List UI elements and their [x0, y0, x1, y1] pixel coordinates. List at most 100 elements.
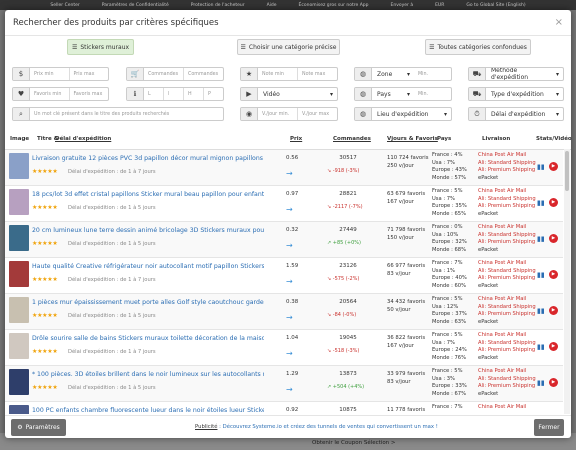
- ship-china-post: China Post Air Mail: [478, 332, 527, 338]
- zone-min-input[interactable]: Min.: [414, 68, 451, 80]
- country-france: France : 7%: [432, 260, 463, 266]
- video-play-icon[interactable]: ▶: [549, 270, 558, 279]
- favorites-count: 34 432 favoris: [387, 299, 426, 305]
- table-row[interactable]: * 100 pièces. 3D étoiles brillent dans l…: [5, 366, 563, 402]
- product-image[interactable]: [9, 405, 29, 414]
- favorites-min-input[interactable]: Favoris min: [30, 88, 70, 100]
- product-title-link[interactable]: 100 PC enfants chambre fluorescente lueu…: [32, 407, 264, 414]
- views-min-input[interactable]: V./jour min.: [258, 108, 298, 120]
- video-play-icon[interactable]: ▶: [549, 378, 558, 387]
- close-button[interactable]: Fermer: [534, 419, 564, 436]
- table-row[interactable]: Haute qualité Creative réfrigérateur noi…: [5, 258, 563, 294]
- topbar-help[interactable]: Aide: [267, 3, 277, 8]
- table-row[interactable]: Livraison gratuite 12 pièces PVC 3d papi…: [5, 150, 563, 186]
- video-play-icon[interactable]: ▶: [549, 342, 558, 351]
- video-play-icon[interactable]: ▶: [549, 306, 558, 315]
- topbar-app[interactable]: Économisez gros sur notre App: [299, 3, 369, 8]
- country-france: France : 5%: [432, 188, 463, 194]
- rating-min-input[interactable]: Note min: [258, 68, 298, 80]
- topbar-privacy[interactable]: Paramètres de Confidentialité: [102, 3, 169, 8]
- country-world: Monde : 60%: [432, 282, 466, 289]
- product-title-link[interactable]: 18 pcs/lot 3d effet cristal papillons St…: [32, 191, 264, 198]
- topbar-seller-center[interactable]: Seller Center: [50, 3, 79, 8]
- bar-chart-icon[interactable]: ▮▮: [537, 307, 545, 315]
- close-icon[interactable]: ×: [555, 17, 563, 28]
- shipping-type-select[interactable]: Type d'expédition ▾: [486, 88, 563, 100]
- order-count: 28821: [339, 191, 357, 197]
- header-views[interactable]: Vjours & Favoris: [387, 136, 438, 142]
- scrollbar[interactable]: [564, 149, 570, 414]
- orders-max-input[interactable]: Commandes: [184, 68, 223, 80]
- rating-max-input[interactable]: Note max: [298, 68, 337, 80]
- ship-premium: Ali: Premium Shipping: [478, 347, 536, 353]
- all-categories-button[interactable]: ☰ Toutes catégories confondues: [425, 39, 531, 55]
- product-image[interactable]: [9, 369, 29, 395]
- country-breakdown: France : 5% Usa : 7% Europe : 24% Monde : 7…: [432, 332, 467, 362]
- video-play-icon[interactable]: ▶: [549, 234, 558, 243]
- product-title-link[interactable]: 20 cm lumineux lune terre dessin animé b…: [32, 227, 264, 234]
- product-image[interactable]: [9, 261, 29, 287]
- favorites-max-input[interactable]: Favoris max: [70, 88, 109, 100]
- views-max-input[interactable]: V./jour max: [298, 108, 337, 120]
- bar-chart-icon[interactable]: ▮▮: [537, 379, 545, 387]
- product-image[interactable]: [9, 153, 29, 179]
- table-row[interactable]: 20 cm lumineux lune terre dessin animé b…: [5, 222, 563, 258]
- price-min-input[interactable]: Prix min: [30, 68, 70, 80]
- promo-coupon-link[interactable]: Obtenir le Coupon Sélection >: [312, 440, 576, 447]
- zone-select[interactable]: Zone ▾: [372, 68, 414, 80]
- product-image[interactable]: [9, 225, 29, 251]
- keyword-input[interactable]: Un mot clé présent dans le titre des pro…: [30, 108, 223, 120]
- video-play-icon[interactable]: ▶: [549, 162, 558, 171]
- product-title-link[interactable]: Livraison gratuite 12 pièces PVC 3d papi…: [32, 155, 264, 162]
- product-image[interactable]: [9, 297, 29, 323]
- scrollbar-thumb[interactable]: [565, 151, 569, 191]
- ship-from-select[interactable]: Lieu d'expédition ▾: [372, 108, 451, 120]
- table-row[interactable]: 100 PC enfants chambre fluorescente lueu…: [5, 402, 563, 414]
- product-title-link[interactable]: Haute qualité Creative réfrigérateur noi…: [32, 263, 264, 270]
- category-row: ☰ Stickers muraux ☰ Choisir une catégorie …: [5, 39, 571, 57]
- shipping-method-label: Méthode d'expédition: [491, 67, 529, 81]
- bar-chart-icon[interactable]: ▮▮: [537, 199, 545, 207]
- bar-chart-icon[interactable]: ▮▮: [537, 163, 545, 171]
- video-select[interactable]: Vidéo ▾: [258, 88, 337, 100]
- product-title-link[interactable]: 1 pièces mur épaississement muet porte a…: [32, 299, 264, 306]
- topbar-buyer-protection[interactable]: Protection de l'acheteur: [191, 3, 245, 8]
- views-per-day: 83 v/jour: [387, 379, 411, 385]
- topbar-currency[interactable]: EUR: [435, 3, 444, 8]
- country-europe: Europe : 24%: [432, 347, 467, 353]
- bar-chart-icon[interactable]: ▮▮: [537, 235, 545, 243]
- orders-min-input[interactable]: Commandes: [144, 68, 184, 80]
- bar-chart-icon[interactable]: ▮▮: [537, 343, 545, 351]
- category-stickers-button[interactable]: ☰ Stickers muraux: [67, 39, 134, 55]
- product-image[interactable]: [9, 189, 29, 215]
- header-countries: Pays: [437, 136, 452, 142]
- bar-chart-icon[interactable]: ▮▮: [537, 271, 545, 279]
- table-row[interactable]: 1 pièces mur épaississement muet porte a…: [5, 294, 563, 330]
- price-max-input[interactable]: Prix max: [70, 68, 109, 80]
- table-row[interactable]: 18 pcs/lot 3d effet cristal papillons St…: [5, 186, 563, 222]
- product-image[interactable]: [9, 333, 29, 359]
- product-title-link[interactable]: Drôle sourire salle de bains Stickers mu…: [32, 335, 264, 342]
- video-play-icon[interactable]: ▶: [549, 198, 558, 207]
- shipping-options: China Post Air Mail Ali: Standard Shippin…: [478, 332, 536, 362]
- advert-link[interactable]: : Découvrez Systeme.io et créez des tunn…: [217, 424, 438, 430]
- header-delay[interactable]: Délai d'expédition: [55, 136, 111, 142]
- country-usa: Usa : 7%: [432, 159, 455, 166]
- topbar-global-site[interactable]: Go to Global Site (English): [466, 3, 525, 8]
- shipping-method-select[interactable]: Méthode d'expédition ▾: [486, 68, 563, 80]
- settings-button[interactable]: ⚙ Paramètres: [11, 419, 66, 436]
- width-input[interactable]: l: [164, 88, 184, 100]
- length-input[interactable]: L: [144, 88, 164, 100]
- favorites-filter: ♥ Favoris min Favoris max: [12, 87, 109, 101]
- height-input[interactable]: H: [184, 88, 204, 100]
- delivery-delay-select[interactable]: Délai d'expédition ▾: [486, 108, 563, 120]
- country-select[interactable]: Pays ▾: [372, 88, 414, 100]
- header-price[interactable]: Prix: [290, 136, 302, 142]
- topbar-ship-to[interactable]: Envoyer à: [391, 3, 414, 8]
- depth-input[interactable]: P: [204, 88, 223, 100]
- choose-category-button[interactable]: ☰ Choisir une catégorie précise: [237, 39, 340, 55]
- country-min-input[interactable]: Min.: [414, 88, 451, 100]
- header-orders[interactable]: Commandes: [333, 136, 371, 142]
- table-row[interactable]: Drôle sourire salle de bains Stickers mu…: [5, 330, 563, 366]
- product-title-link[interactable]: * 100 pièces. 3D étoiles brillent dans l…: [32, 371, 264, 378]
